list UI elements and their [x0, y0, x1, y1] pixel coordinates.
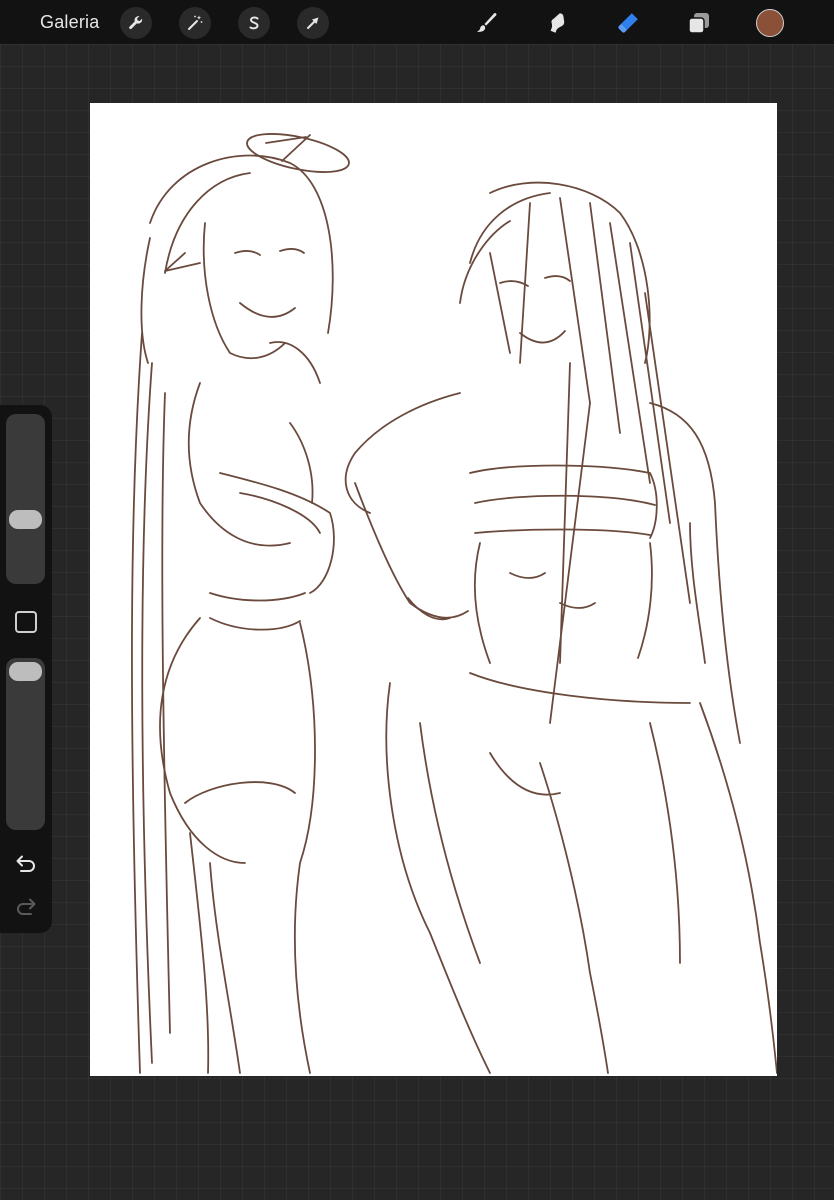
- top-toolbar: Galeria: [0, 0, 834, 44]
- magic-wand-icon: [188, 15, 203, 30]
- arrow-icon: [307, 17, 319, 29]
- wrench-icon: [129, 16, 143, 30]
- selection-s-icon: [249, 16, 259, 30]
- selection-button[interactable]: [238, 7, 270, 39]
- opacity-slider[interactable]: [6, 658, 45, 830]
- sidebar: [0, 405, 52, 933]
- smudge-button[interactable]: [541, 7, 573, 39]
- adjustments-button[interactable]: [179, 7, 211, 39]
- color-picker-button[interactable]: [756, 9, 784, 37]
- opacity-handle[interactable]: [9, 662, 42, 681]
- layers-icon: [688, 13, 709, 34]
- redo-button[interactable]: [12, 895, 40, 919]
- brush-button[interactable]: [470, 7, 502, 39]
- gallery-button[interactable]: Galeria: [40, 11, 99, 33]
- undo-arrow-icon: [16, 855, 35, 872]
- undo-button[interactable]: [12, 852, 40, 876]
- brush-size-slider[interactable]: [6, 414, 45, 584]
- eraser-icon: [618, 13, 638, 33]
- brush-size-handle[interactable]: [9, 510, 42, 529]
- drawing-canvas[interactable]: [90, 103, 777, 1076]
- eraser-button[interactable]: [612, 7, 644, 39]
- smudge-finger-icon: [550, 13, 565, 33]
- layers-button[interactable]: [683, 7, 715, 39]
- redo-arrow-icon: [17, 898, 36, 915]
- sketch-artwork: [131, 133, 777, 1074]
- transform-button[interactable]: [297, 7, 329, 39]
- brush-icon: [477, 13, 497, 32]
- actions-button[interactable]: [120, 7, 152, 39]
- modify-button[interactable]: [15, 611, 37, 633]
